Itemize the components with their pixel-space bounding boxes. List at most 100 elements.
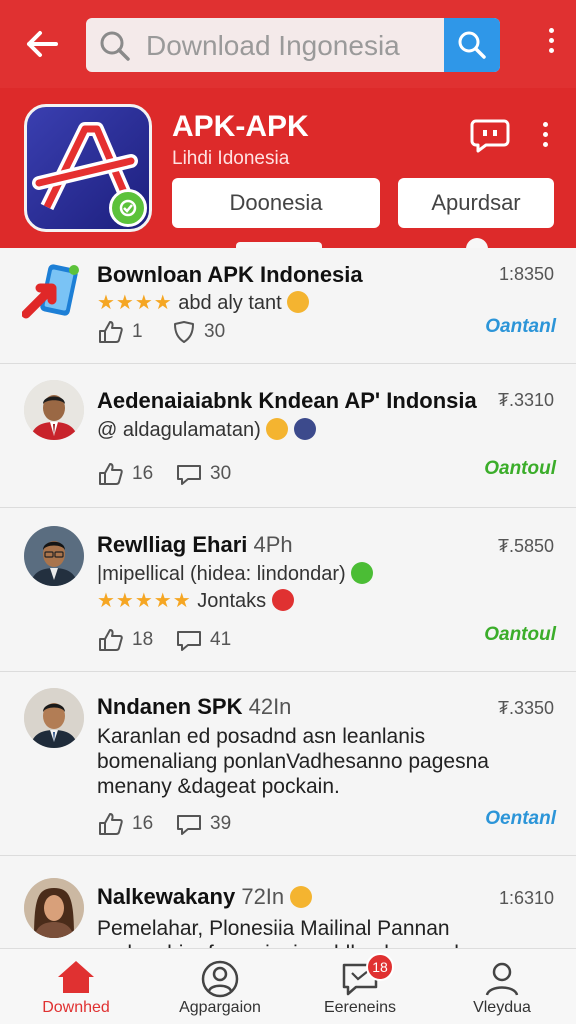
post-action-link[interactable]: Oantanl: [485, 316, 556, 338]
more-options-button[interactable]: [549, 28, 554, 53]
notification-badge: 18: [366, 953, 394, 981]
like-count: 18: [132, 629, 154, 650]
list-item[interactable]: Bownloan APK Indonesia 1:8350 ★★★★ abd a…: [0, 248, 576, 364]
post-subtitle: abd aly tant: [178, 292, 282, 314]
post-title-line: Nalkewakany 72In: [97, 884, 313, 910]
post-title-suffix: 72In: [241, 884, 285, 909]
post-meta: ★★★★ abd aly tant: [97, 290, 310, 315]
comment-button[interactable]: 41: [176, 628, 231, 652]
thumbs-up-icon: [99, 463, 123, 485]
app-icon: [24, 104, 152, 232]
bottom-navigation: Downhed Agpargaion 18 Eereneins Vleydua: [0, 948, 576, 1024]
post-meta: ★★★★★ Jontaks: [97, 588, 294, 613]
comment-count: 39: [210, 813, 232, 834]
nav-item-download[interactable]: Downhed: [4, 949, 148, 1024]
person-icon: [485, 962, 519, 996]
nav-item-messages[interactable]: 18 Eereneins: [288, 949, 432, 1024]
like-count: 16: [132, 463, 154, 484]
like-count: 1: [132, 321, 143, 342]
search-bar[interactable]: Download Ingonesia: [86, 18, 500, 72]
post-action-link[interactable]: Oantoul: [484, 624, 556, 646]
post-time: ₮.3350: [497, 698, 554, 718]
post-body: Pemelahar, Plonesiia Mailinal Pannan and…: [97, 917, 471, 948]
list-item[interactable]: Nalkewakany 72In 1:6310 Pemelahar, Plone…: [0, 856, 576, 948]
post-subtitle: @ aldagulamatan): [97, 419, 261, 441]
emoji-icon: [293, 418, 316, 440]
comment-count: 41: [210, 629, 232, 650]
rating-stars: ★★★★★: [97, 590, 192, 612]
list-item[interactable]: Rewlliag Ehari 4Ph ₮.5850 |mipellical (h…: [0, 508, 576, 672]
thumbs-up-icon: [99, 321, 123, 343]
post-body: Karanlan ed posadnd asn leanlanis bomena…: [97, 725, 489, 798]
list-item[interactable]: Aedenaiaiabnk Kndean AP' Indonsia ₮.3310…: [0, 364, 576, 508]
post-title-suffix: 42In: [248, 694, 292, 719]
post-action-link[interactable]: Oentanl: [485, 808, 556, 830]
comment-icon: [177, 631, 201, 651]
app-more-options-button[interactable]: [543, 122, 548, 147]
app-action-button-1[interactable]: Doonesia: [172, 178, 380, 228]
nav-label: Downhed: [42, 999, 110, 1016]
post-time: ₮.3310: [497, 390, 554, 410]
app-action-button-2[interactable]: Apurdsar: [398, 178, 554, 228]
chat-button[interactable]: [470, 118, 510, 159]
search-input[interactable]: Download Ingonesia: [146, 30, 400, 62]
post-title-line: Rewlliag Ehari 4Ph: [97, 532, 293, 558]
post-action-link[interactable]: Oantoul: [484, 458, 556, 480]
post-time: 1:6310: [498, 888, 554, 908]
nav-label: Eereneins: [323, 999, 397, 1016]
post-time: 1:8350: [498, 264, 554, 284]
comment-count: 30: [210, 463, 232, 484]
like-count: 16: [132, 813, 154, 834]
search-icon: [458, 31, 486, 59]
avatar: [24, 878, 84, 938]
emoji-icon: [287, 291, 310, 313]
post-feed[interactable]: Bownloan APK Indonesia 1:8350 ★★★★ abd a…: [0, 248, 576, 948]
comment-button[interactable]: 39: [176, 812, 231, 836]
rating-stars: ★★★★: [97, 292, 173, 314]
thumbs-up-icon: [99, 629, 123, 651]
search-button[interactable]: [444, 18, 500, 72]
post-subtitle-line: |mipellical (hidea: lindondar): [97, 562, 374, 586]
post-subtitle-line: @ aldagulamatan): [97, 418, 316, 442]
post-title-suffix: 4Ph: [253, 532, 293, 557]
flag-icon: [271, 589, 294, 611]
nav-label: Agpargaion: [179, 999, 261, 1016]
comment-button[interactable]: 30: [172, 320, 225, 344]
shield-icon: [174, 321, 194, 343]
like-button[interactable]: 18: [98, 628, 153, 652]
nav-item-account[interactable]: Vleydua: [430, 949, 574, 1024]
comment-icon: [177, 815, 201, 835]
avatar: [24, 526, 84, 586]
post-title: Aedenaiaiabnk Kndean AP' Indonsia: [97, 388, 477, 413]
comment-icon: [177, 465, 201, 485]
like-button[interactable]: 16: [98, 462, 153, 486]
arrow-left-icon: [27, 31, 58, 57]
nav-item-profile[interactable]: Agpargaion: [148, 949, 292, 1024]
post-subtitle-2: Jontaks: [197, 590, 267, 612]
emoji-icon: [290, 886, 313, 908]
post-time: ₮.5850: [497, 536, 554, 556]
app-header: APK-APK Lihdi Idonesia Doonesia Apurdsar: [0, 88, 576, 250]
comment-count: 30: [204, 321, 226, 342]
post-title-line: Nndanen SPK 42In: [97, 694, 291, 720]
comment-button[interactable]: 30: [176, 462, 231, 486]
back-button[interactable]: [20, 22, 64, 66]
avatar: [24, 380, 84, 440]
like-button[interactable]: 16: [98, 812, 153, 836]
apk-download-icon: [22, 264, 79, 319]
user-circle-icon: [201, 960, 239, 998]
post-title: Nalkewakany: [97, 884, 236, 909]
app-name: APK-APK: [172, 110, 309, 143]
avatar: [24, 688, 84, 748]
thumbs-up-icon: [99, 813, 123, 835]
post-subtitle: |mipellical (hidea: lindondar): [97, 563, 346, 585]
emoji-icon: [266, 418, 289, 440]
post-title: Nndanen SPK: [97, 694, 243, 719]
chat-icon: [470, 119, 510, 153]
edit-icon: [351, 562, 374, 584]
top-app-bar: Download Ingonesia: [0, 0, 576, 88]
like-button[interactable]: 1: [98, 320, 143, 344]
app-subtitle: Lihdi Idonesia: [172, 148, 290, 169]
list-item[interactable]: Nndanen SPK 42In ₮.3350 Karanlan ed posa…: [0, 672, 576, 856]
verified-icon: [109, 189, 147, 227]
